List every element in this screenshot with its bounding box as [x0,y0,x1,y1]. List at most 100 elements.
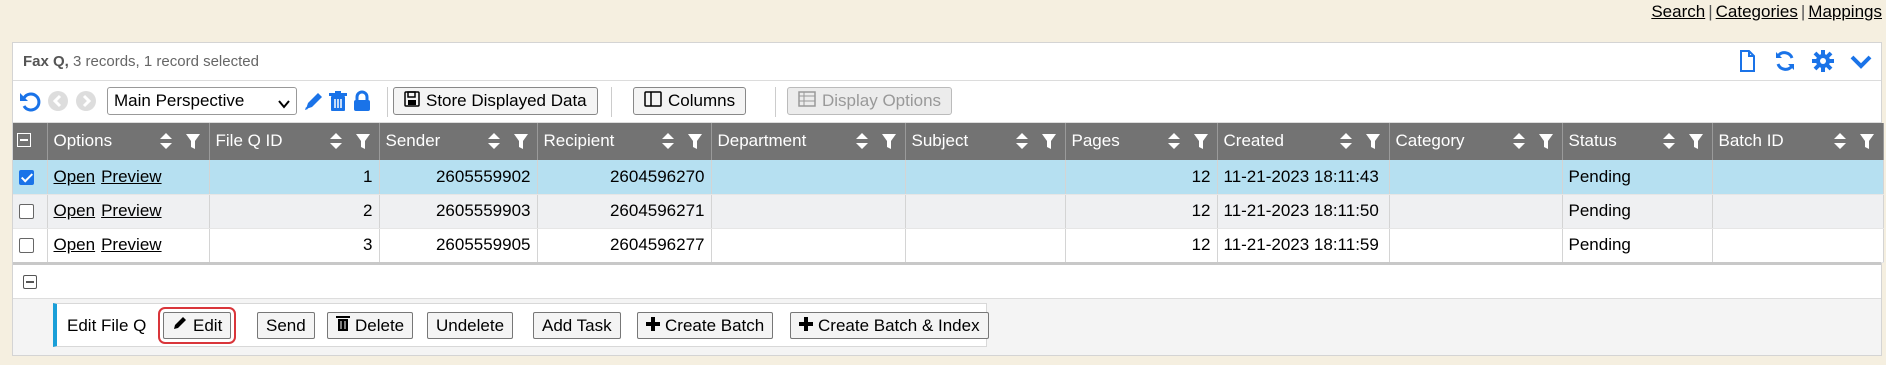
chevron-down-icon[interactable] [1849,49,1873,73]
document-icon[interactable] [1735,49,1759,73]
add-task-label: Add Task [542,315,612,335]
column-label: Status [1568,131,1617,150]
lock-icon[interactable] [351,90,373,112]
refresh-icon[interactable] [1773,49,1797,73]
create-batch-index-button[interactable]: Create Batch & Index [790,312,989,339]
undelete-button[interactable]: Undelete [427,312,514,339]
filter-icon[interactable] [355,132,371,150]
top-links: Search | Categories | Mappings [1651,2,1882,22]
back-icon[interactable] [47,90,69,112]
sort-icon[interactable] [1339,132,1353,150]
column-header-created[interactable]: Created [1217,123,1390,160]
sort-icon[interactable] [159,132,173,150]
undo-icon[interactable] [19,90,41,112]
store-displayed-data-button[interactable]: Store Displayed Data [393,87,598,115]
preview-link[interactable]: Preview [101,167,161,186]
panel-titlebar: Fax Q, 3 records, 1 record selected [13,43,1881,81]
sort-icon[interactable] [1167,132,1181,150]
pencil-icon [172,315,188,336]
row-checkbox[interactable] [13,160,48,195]
grid-toolbar: Main Perspective Store Displayed Data Co… [13,81,1881,123]
perspective-select[interactable]: Main Perspective [107,87,297,115]
batch-id-cell [1712,160,1884,195]
column-header-file-q-id[interactable]: File Q ID [209,123,380,160]
status-cell: Pending [1562,194,1713,229]
categories-link[interactable]: Categories [1716,2,1798,21]
open-link[interactable]: Open [54,167,96,186]
column-header-department[interactable]: Department [711,123,906,160]
send-button[interactable]: Send [257,312,315,339]
sort-icon[interactable] [1512,132,1526,150]
column-label: Category [1395,131,1465,150]
column-header-recipient[interactable]: Recipient [537,123,712,160]
pages-cell: 12 [1065,160,1218,195]
delete-button[interactable]: Delete [327,312,414,339]
select-all-checkbox[interactable] [13,123,48,160]
filter-icon[interactable] [1538,132,1554,150]
forward-icon[interactable] [75,90,97,112]
column-header-options[interactable]: Options [47,123,210,160]
sort-icon[interactable] [1833,132,1847,150]
subject-cell [905,194,1066,229]
options-cell: Open Preview [47,228,210,263]
sort-icon[interactable] [855,132,869,150]
open-link[interactable]: Open [54,201,96,220]
grid-header-row: Options File Q ID Sender Recipient Depar… [13,123,1884,160]
checkbox[interactable] [19,204,34,220]
column-header-subject[interactable]: Subject [905,123,1066,160]
column-label: File Q ID [215,131,283,150]
recipient-cell: 2604596271 [537,194,712,229]
column-header-category[interactable]: Category [1389,123,1563,160]
pencil-icon[interactable] [303,90,325,112]
sort-icon[interactable] [487,132,501,150]
column-header-status[interactable]: Status [1562,123,1713,160]
panel-title-name: Fax Q, [23,53,69,70]
filter-icon[interactable] [881,132,897,150]
preview-link[interactable]: Preview [101,235,161,254]
columns-icon [644,90,662,112]
columns-button[interactable]: Columns [633,87,747,115]
filter-icon[interactable] [1859,132,1875,150]
column-label: Pages [1071,131,1120,150]
filter-icon[interactable] [1688,132,1704,150]
panel-actions [1735,49,1873,73]
display-options-button[interactable]: Display Options [787,87,953,115]
table-row[interactable]: Open Preview 1 2605559902 2604596270 12 1… [13,160,1884,195]
trash-icon[interactable] [327,90,349,112]
column-header-batch-id[interactable]: Batch ID [1712,123,1884,160]
batch-id-cell [1712,194,1884,229]
subject-cell [905,160,1066,195]
checkbox[interactable] [19,238,34,254]
gear-icon[interactable] [1811,49,1835,73]
filter-icon[interactable] [687,132,703,150]
row-checkbox[interactable] [13,228,48,263]
sort-icon[interactable] [661,132,675,150]
sort-icon[interactable] [1662,132,1676,150]
preview-link[interactable]: Preview [101,201,161,220]
sort-icon[interactable] [1015,132,1029,150]
table-row[interactable]: Open Preview 2 2605559903 2604596271 12 1… [13,194,1884,229]
row-checkbox[interactable] [13,194,48,229]
edit-button[interactable]: Edit [157,307,237,344]
create-batch-index-label: Create Batch & Index [818,315,980,335]
filter-icon[interactable] [1193,132,1209,150]
column-header-pages[interactable]: Pages [1065,123,1218,160]
mappings-link[interactable]: Mappings [1808,2,1882,21]
subject-cell [905,228,1066,263]
sort-icon[interactable] [329,132,343,150]
filter-icon[interactable] [513,132,529,150]
collapse-icon[interactable] [23,275,37,289]
create-batch-button[interactable]: Create Batch [637,312,774,339]
column-label: Department [717,131,807,150]
search-link[interactable]: Search [1651,2,1705,21]
column-label: Sender [385,131,441,150]
filter-icon[interactable] [1365,132,1381,150]
filter-icon[interactable] [1041,132,1057,150]
add-task-button[interactable]: Add Task [533,312,621,339]
open-link[interactable]: Open [54,235,96,254]
column-header-sender[interactable]: Sender [379,123,538,160]
checkbox-checked[interactable] [19,169,34,185]
detail-collapse-bar [13,265,1881,299]
filter-icon[interactable] [185,132,201,150]
table-row[interactable]: Open Preview 3 2605559905 2604596277 12 1… [13,228,1884,263]
